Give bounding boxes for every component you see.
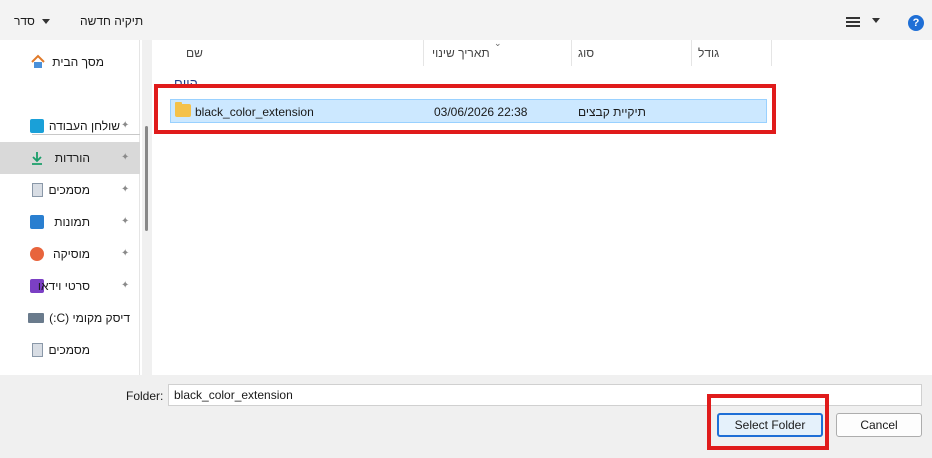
nav-item-label: דיסק מקומי (C:) — [49, 311, 130, 325]
column-type-label: סוג — [578, 46, 595, 60]
sort-chevron-icon: ⌄ — [494, 38, 502, 48]
pin-icon[interactable]: ✦ — [121, 184, 129, 195]
drive-icon — [28, 313, 44, 323]
nav-scrollbar[interactable] — [142, 40, 152, 375]
cancel-button[interactable]: Cancel — [836, 413, 922, 437]
view-options-icon[interactable] — [846, 17, 860, 29]
nav-item-label: מסמכים — [48, 343, 90, 357]
nav-item-label: סרטי וידאו — [37, 279, 90, 293]
navigation-pane: מסך הבית שולחן העבודה ✦ הורדות ✦ מסמכים … — [0, 40, 140, 375]
highlight-box-row — [154, 84, 776, 134]
column-header-size[interactable]: גודל — [692, 40, 772, 66]
music-icon — [30, 247, 44, 261]
folder-label: Folder: — [126, 389, 164, 403]
toolbar: סדר תיקיה חדשה ? — [0, 0, 932, 40]
nav-item-label: תמונות — [54, 215, 90, 229]
home-icon — [31, 54, 45, 68]
column-header-name[interactable]: שם — [152, 40, 424, 66]
highlight-box-button — [707, 394, 829, 450]
download-icon — [32, 152, 42, 165]
column-date-label: תאריך שינוי — [432, 46, 490, 60]
nav-item-music[interactable]: מוסיקה ✦ — [0, 238, 140, 270]
pin-icon[interactable]: ✦ — [121, 120, 129, 131]
chevron-down-icon — [42, 19, 51, 25]
pin-icon[interactable]: ✦ — [121, 216, 129, 227]
pin-icon[interactable]: ✦ — [121, 152, 129, 163]
nav-item-label: מסך הבית — [52, 55, 104, 69]
desktop-icon — [30, 119, 44, 133]
organize-button[interactable]: סדר — [14, 13, 51, 29]
nav-item-downloads[interactable]: הורדות ✦ — [0, 142, 140, 174]
scrollbar-thumb[interactable] — [145, 126, 148, 231]
column-size-label: גודל — [698, 46, 720, 60]
column-name-label: שם — [186, 46, 203, 60]
view-dropdown-button[interactable] — [872, 12, 880, 28]
pin-icon[interactable]: ✦ — [121, 280, 129, 291]
pin-icon[interactable]: ✦ — [121, 248, 129, 259]
nav-item-label: הורדות — [54, 151, 90, 165]
help-icon[interactable]: ? — [908, 15, 924, 31]
nav-item-pictures[interactable]: תמונות ✦ — [0, 206, 140, 238]
new-folder-button[interactable]: תיקיה חדשה — [80, 13, 143, 29]
nav-item-documents[interactable]: מסמכים ✦ — [0, 174, 140, 206]
column-header-type[interactable]: סוג — [572, 40, 692, 66]
documents-icon — [32, 183, 43, 197]
nav-item-label: מסמכים — [48, 183, 90, 197]
nav-item-videos[interactable]: סרטי וידאו ✦ — [0, 270, 140, 302]
nav-item-label: מוסיקה — [52, 247, 90, 261]
nav-item-documents-2[interactable]: מסמכים — [0, 334, 140, 366]
nav-item-label: שולחן העבודה — [48, 119, 120, 133]
pictures-icon — [30, 215, 44, 229]
nav-item-desktop[interactable]: שולחן העבודה ✦ — [0, 110, 140, 142]
organize-label: סדר — [14, 14, 35, 28]
nav-item-local-disk[interactable]: דיסק מקומי (C:) — [0, 302, 140, 334]
chevron-down-icon — [872, 18, 880, 24]
nav-item-home[interactable]: מסך הבית — [0, 46, 140, 78]
documents-icon — [32, 343, 43, 357]
column-header-date[interactable]: תאריך שינוי ⌄ — [424, 38, 572, 66]
